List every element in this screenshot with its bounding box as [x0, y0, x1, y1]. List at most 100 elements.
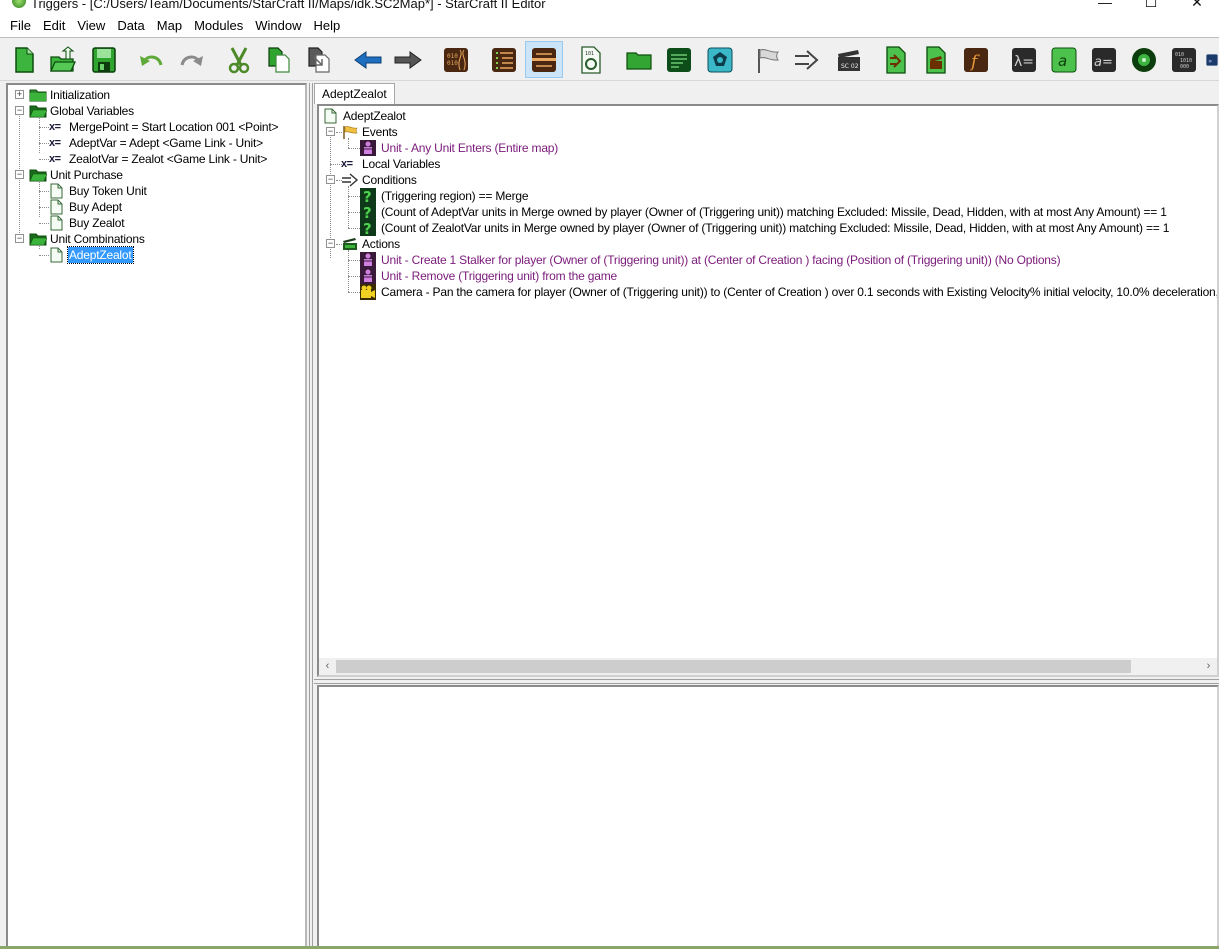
more-button[interactable]: »: [1205, 41, 1219, 78]
trigger-list-button[interactable]: [485, 41, 523, 78]
detail-pane[interactable]: [317, 685, 1219, 949]
svg-text:λ=: λ=: [1014, 54, 1034, 70]
expand-icon[interactable]: +: [15, 90, 24, 99]
menu-modules[interactable]: Modules: [188, 15, 249, 37]
cinematic-button[interactable]: SC 02: [830, 41, 868, 78]
svg-text:010: 010: [447, 60, 458, 67]
conditions-section[interactable]: − Conditions: [319, 172, 1199, 188]
new-document-icon: [15, 46, 34, 73]
tree-item-trigger[interactable]: Buy Zealot: [8, 215, 298, 231]
collapse-icon[interactable]: −: [326, 175, 335, 184]
condition-item[interactable]: ? (Count of AdeptVar units in Merge owne…: [319, 204, 1217, 222]
variable-assign-button[interactable]: a=: [1085, 41, 1123, 78]
folder-icon: [626, 51, 652, 70]
redo-button[interactable]: [173, 41, 211, 78]
scrollbar-thumb[interactable]: [336, 660, 1131, 673]
text-module-button[interactable]: [660, 41, 698, 78]
scroll-left-icon[interactable]: ‹: [319, 658, 336, 675]
minimize-button[interactable]: —: [1082, 0, 1128, 14]
app-logo-icon: [12, 0, 26, 8]
svg-text:?: ?: [363, 220, 372, 236]
condition-item[interactable]: ? (Triggering region) == Merge: [319, 188, 1217, 206]
condition-button[interactable]: [788, 41, 826, 78]
collapse-icon[interactable]: −: [326, 127, 335, 136]
lambda-variable-button[interactable]: λ=: [1005, 41, 1043, 78]
tab-adeptzealot[interactable]: AdeptZealot: [314, 83, 395, 104]
tree-item-variable[interactable]: x= ZealotVar = Zealot <Game Link - Unit>: [8, 151, 298, 167]
trigger-document-icon: [49, 247, 63, 267]
forward-button[interactable]: [389, 41, 427, 78]
horizontal-splitter[interactable]: [314, 679, 1219, 684]
actions-section[interactable]: − Actions: [319, 236, 1199, 252]
event-text: Unit - Any Unit Enters (Entire map): [381, 141, 559, 155]
tree-item-global-variables[interactable]: − Global Variables: [8, 103, 298, 119]
menu-data[interactable]: Data: [111, 15, 150, 37]
variable-icon: x=: [49, 153, 61, 165]
cut-button[interactable]: [220, 41, 258, 78]
undo-icon: [140, 55, 163, 66]
menu-file[interactable]: File: [4, 15, 37, 37]
menu-window[interactable]: Window: [249, 15, 307, 37]
binary-data-button[interactable]: 010 1010 000: [1165, 41, 1203, 78]
menu-bar: File Edit View Data Map Modules Window H…: [0, 14, 1219, 38]
folder-button[interactable]: [620, 41, 658, 78]
event-item[interactable]: Unit - Any Unit Enters (Entire map): [319, 140, 1199, 156]
condition-arrow-icon: [795, 49, 819, 70]
tree-item-label: Unit Combinations: [50, 232, 145, 246]
tree-item-label: Buy Adept: [69, 200, 122, 214]
tree-item-unit-purchase[interactable]: − Unit Purchase: [8, 167, 298, 183]
back-button[interactable]: [349, 41, 387, 78]
paste-button[interactable]: [300, 41, 338, 78]
svg-text:101: 101: [585, 51, 594, 57]
close-button[interactable]: ✕: [1174, 0, 1219, 14]
maximize-button[interactable]: ☐: [1128, 0, 1174, 14]
horizontal-scrollbar[interactable]: ‹ ›: [319, 658, 1217, 675]
script-button[interactable]: 010 010: [437, 41, 475, 78]
cinematic-clapper-icon: SC 02: [838, 49, 860, 71]
collapse-icon[interactable]: −: [15, 234, 24, 243]
save-button[interactable]: [85, 41, 123, 78]
tree-item-unit-combinations[interactable]: − Unit Combinations: [8, 231, 298, 247]
action-text: Camera - Pan the camera for player (Owne…: [381, 285, 1219, 299]
tree-item-initialization[interactable]: + Initialization: [8, 87, 298, 103]
menu-map[interactable]: Map: [151, 15, 188, 37]
local-variables-section[interactable]: x= Local Variables: [319, 156, 1199, 172]
trigger-header[interactable]: AdeptZealot: [319, 108, 1199, 124]
lambda-variable-icon: λ=: [1012, 47, 1036, 72]
section-label: Events: [362, 125, 398, 139]
open-button[interactable]: [44, 41, 82, 78]
tree-item-trigger[interactable]: Buy Adept: [8, 199, 298, 215]
settings-button[interactable]: [701, 41, 739, 78]
tree-item-variable[interactable]: x= AdeptVar = Adept <Game Link - Unit>: [8, 135, 298, 151]
preset-button[interactable]: a: [1045, 41, 1083, 78]
copy-button[interactable]: [260, 41, 298, 78]
new-button[interactable]: [5, 41, 43, 78]
menu-edit[interactable]: Edit: [37, 15, 71, 37]
collapse-icon[interactable]: −: [326, 239, 335, 248]
action-item[interactable]: Camera - Pan the camera for player (Owne…: [319, 284, 1219, 300]
svg-text:?: ?: [363, 204, 372, 220]
events-section[interactable]: − Events: [319, 124, 1199, 140]
action-item[interactable]: Unit - Remove (Triggering unit) from the…: [319, 268, 1217, 284]
function-button[interactable]: f: [957, 41, 995, 78]
section-label: Conditions: [362, 173, 417, 187]
new-action-definition-button[interactable]: [917, 41, 955, 78]
event-button[interactable]: [748, 41, 786, 78]
tree-item-trigger-selected[interactable]: AdeptZealot: [8, 246, 298, 264]
data-file-button[interactable]: 101: [572, 41, 610, 78]
menu-help[interactable]: Help: [307, 15, 346, 37]
collapse-icon[interactable]: −: [15, 106, 24, 115]
menu-view[interactable]: View: [71, 15, 111, 37]
action-item[interactable]: Unit - Create 1 Stalker for player (Owne…: [319, 252, 1217, 268]
tree-item-trigger[interactable]: Buy Token Unit: [8, 183, 298, 199]
condition-item[interactable]: ? (Count of ZealotVar units in Merge own…: [319, 220, 1217, 238]
new-action-button[interactable]: [877, 41, 915, 78]
vertical-splitter[interactable]: [309, 83, 313, 949]
tree-item-variable[interactable]: x= MergePoint = Start Location 001 <Poin…: [8, 119, 298, 135]
undo-button[interactable]: [132, 41, 170, 78]
tree-item-label: Buy Token Unit: [69, 184, 147, 198]
trigger-editor-button[interactable]: [525, 41, 563, 78]
scroll-right-icon[interactable]: ›: [1200, 658, 1217, 675]
record-button[interactable]: [1125, 41, 1163, 78]
collapse-icon[interactable]: −: [15, 170, 24, 179]
